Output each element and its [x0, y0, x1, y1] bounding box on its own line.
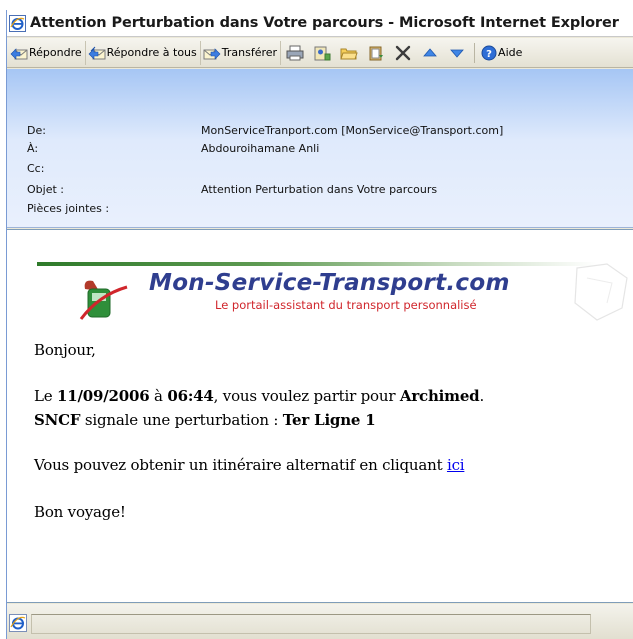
- clipboard-icon: [369, 46, 383, 60]
- from-value: MonServiceTranport.com [MonService@Trans…: [201, 124, 504, 137]
- move-message-button[interactable]: [362, 41, 389, 65]
- status-text-pane: [31, 614, 591, 634]
- trip-date: 11/09/2006: [57, 387, 150, 405]
- reply-all-button[interactable]: Répondre à tous: [86, 40, 201, 65]
- map-watermark-icon: [574, 263, 628, 321]
- reply-all-label: Répondre à tous: [106, 46, 197, 59]
- attachments-label: Pièces jointes :: [27, 202, 110, 215]
- to-value: Abdouroihamane Anli: [201, 142, 320, 155]
- cc-label: Cc:: [27, 162, 45, 175]
- ie-window: Attention Perturbation dans Votre parcou…: [6, 10, 633, 639]
- greeting-text: Bonjour,: [34, 341, 96, 359]
- from-label: De:: [27, 124, 46, 137]
- help-label: Aide: [498, 46, 523, 59]
- alternative-line: Vous pouvez obtenir un itinéraire altern…: [34, 456, 465, 474]
- address-book-icon: [314, 46, 331, 60]
- message-body[interactable]: Mon-Service-Transport.com Le portail-ass…: [7, 229, 633, 603]
- trip-end: .: [479, 387, 485, 405]
- address-book-button[interactable]: [308, 41, 335, 65]
- operator-name: SNCF: [34, 411, 81, 429]
- forward-button[interactable]: Transférer: [201, 40, 282, 65]
- reply-button[interactable]: Répondre: [8, 40, 86, 65]
- svg-text:?: ?: [486, 49, 492, 60]
- trip-line: Le 11/09/2006 à 06:44, vous voulez parti…: [34, 387, 484, 405]
- trip-destination: Archimed: [399, 387, 480, 405]
- folder-icon: [339, 48, 358, 59]
- trip-mid: , vous voulez partir pour: [213, 387, 400, 405]
- printer-icon: [286, 45, 304, 60]
- closing: Bon voyage!: [34, 503, 126, 521]
- perturbation-line: SNCF signale une perturbation : Ter Lign…: [34, 411, 376, 429]
- trip-prefix: Le: [34, 387, 58, 405]
- alternative-text: Vous pouvez obtenir un itinéraire altern…: [34, 456, 447, 474]
- delete-button[interactable]: [389, 41, 416, 65]
- alternative-route-link[interactable]: ici: [447, 456, 465, 474]
- subject-value: Attention Perturbation dans Votre parcou…: [201, 183, 438, 196]
- message-toolbar: Répondre Répondre à tous Transférer ? Ai…: [7, 38, 633, 68]
- forward-label: Transférer: [221, 46, 278, 59]
- reply-icon: [10, 47, 28, 60]
- help-icon: ?: [481, 45, 497, 60]
- subject-label: Objet :: [27, 183, 64, 196]
- status-bar: [7, 604, 633, 639]
- forward-icon: [203, 47, 221, 60]
- arrow-up-icon: [422, 47, 437, 56]
- help-button[interactable]: ? Aide: [479, 41, 525, 65]
- message-header: De: MonServiceTranport.com [MonService@T…: [7, 69, 633, 228]
- closing-text: Bon voyage!: [34, 503, 126, 521]
- title-bar[interactable]: Attention Perturbation dans Votre parcou…: [7, 10, 633, 37]
- previous-message-button[interactable]: [416, 41, 443, 65]
- next-message-button[interactable]: [443, 41, 470, 65]
- brand-tagline: Le portail-assistant du transport person…: [215, 298, 477, 312]
- reply-all-icon: [88, 46, 106, 60]
- perturbation-mid: signale une perturbation :: [80, 411, 283, 429]
- trip-at: à: [149, 387, 168, 405]
- arrow-down-icon: [449, 49, 464, 58]
- to-label: À:: [27, 142, 39, 155]
- window-title: Attention Perturbation dans Votre parcou…: [30, 15, 619, 31]
- page-icon: [9, 614, 27, 632]
- greeting: Bonjour,: [34, 341, 96, 359]
- banner-rule: [37, 262, 597, 266]
- trip-time: 06:44: [167, 387, 214, 405]
- brand-logo-icon: [79, 280, 128, 320]
- open-folder-button[interactable]: [335, 41, 362, 65]
- reply-label: Répondre: [29, 46, 82, 59]
- delete-x-icon: [395, 45, 410, 60]
- toolbar-separator: [474, 42, 476, 63]
- internet-explorer-icon: [9, 14, 26, 32]
- line-name: Ter Ligne 1: [282, 411, 376, 429]
- brand-name: Mon-Service-Transport.com: [149, 270, 510, 296]
- print-button[interactable]: [281, 41, 308, 65]
